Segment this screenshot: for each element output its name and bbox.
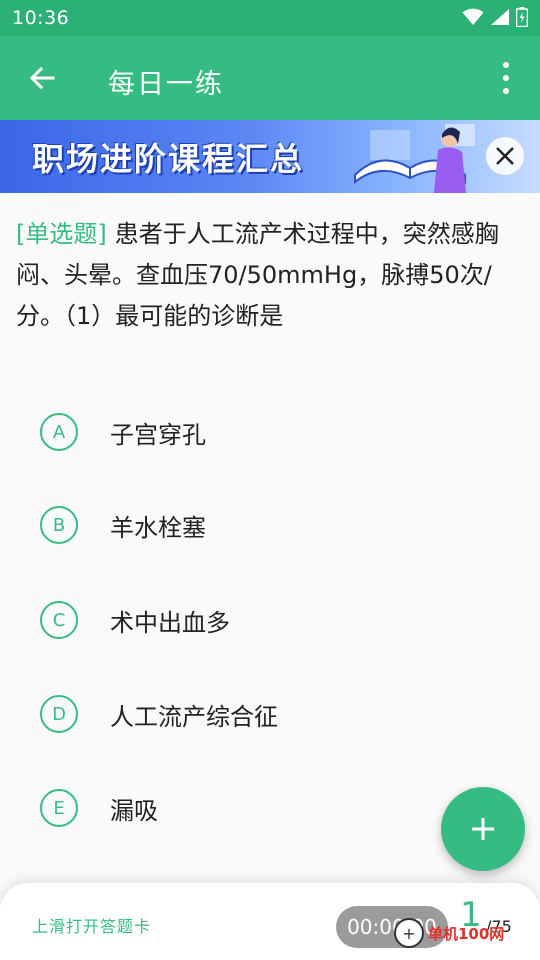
question-type-label: [单选题] [16,220,107,248]
status-icons [462,7,529,31]
watermark-text: 单机100网 [428,924,505,943]
add-fab-button[interactable] [441,787,525,871]
option-letter-badge: A [40,413,78,451]
banner-title: 职场进阶课程汇总 [32,140,305,178]
status-bar: 10:36 [0,0,540,36]
option-letter-badge: D [40,695,78,733]
option-b[interactable]: B 羊水栓塞 [0,495,420,555]
option-text: 术中出血多 [110,608,230,637]
signal-icon [490,8,510,30]
option-c[interactable]: C 术中出血多 [0,590,420,650]
status-time: 10:36 [12,7,70,29]
banner-close-button[interactable] [486,137,524,175]
back-button[interactable] [22,58,62,98]
reading-person-illustration [354,124,475,193]
plus-icon [472,818,494,840]
battery-icon [515,7,529,31]
option-letter-badge: B [40,506,78,544]
wifi-icon [462,8,484,30]
swipe-up-hint: 上滑打开答题卡 [32,917,152,936]
option-e[interactable]: E 漏吸 [0,778,420,838]
option-text: 人工流产综合征 [110,702,278,731]
option-text: 漏吸 [110,796,158,825]
option-d[interactable]: D 人工流产综合征 [0,684,420,744]
option-text: 羊水栓塞 [110,513,206,542]
option-letter-badge: E [40,789,78,827]
app-bar: 每日一练 [0,36,540,120]
more-vert-icon[interactable] [492,62,520,94]
close-icon [496,147,514,165]
arrow-left-icon [29,66,55,90]
promo-banner[interactable]: 职场进阶课程汇总 [0,120,540,193]
question-text-block: [单选题] 患者于人工流产术过程中，突然感胸闷、头晕。查血压70/50mmHg，脉… [16,214,526,337]
option-letter-badge: C [40,601,78,639]
page-title: 每日一练 [108,69,224,100]
site-watermark: + 单机100网 [394,918,504,948]
watermark-logo-icon: + [394,918,424,948]
option-a[interactable]: A 子宫穿孔 [0,402,420,462]
option-text: 子宫穿孔 [110,420,206,449]
